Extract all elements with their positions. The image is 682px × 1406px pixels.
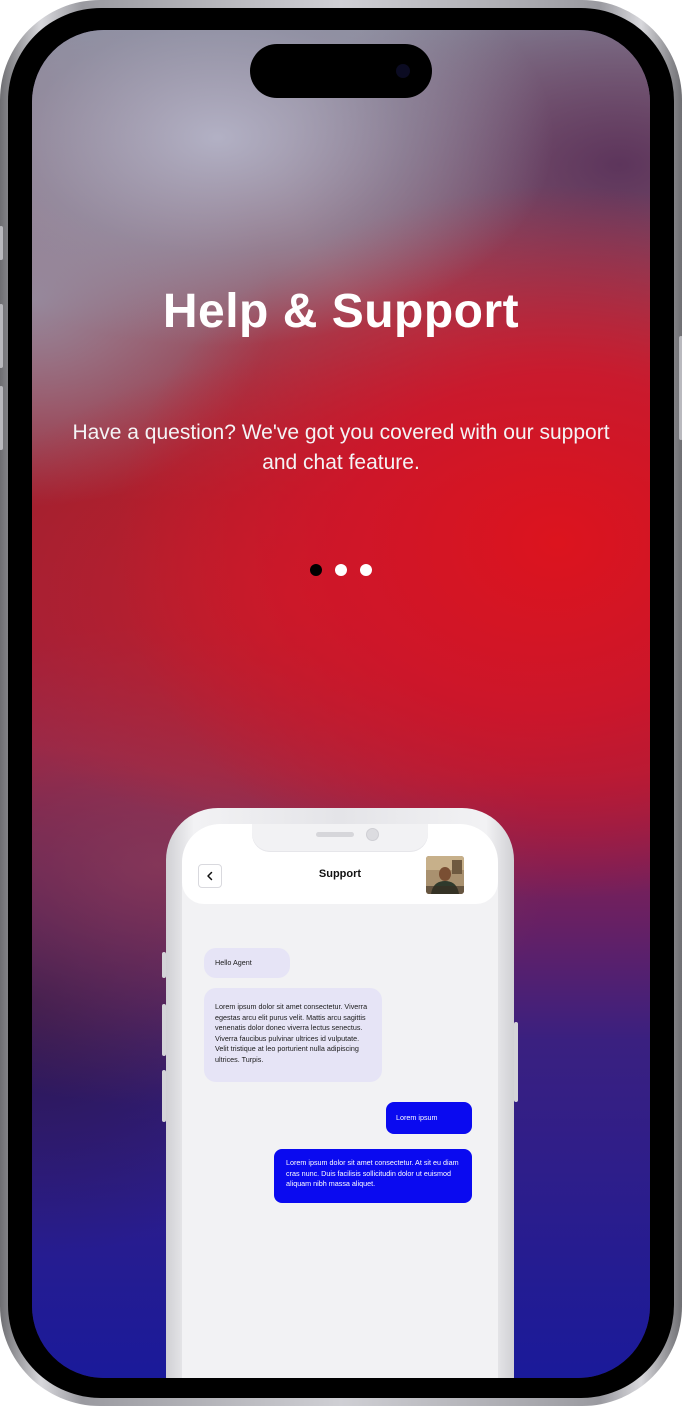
pagination-dot-3[interactable] (360, 564, 372, 576)
message-outgoing: Lorem ipsum dolor sit amet consectetur. … (274, 1149, 472, 1203)
mockup-camera (366, 828, 379, 841)
page-subtitle: Have a question? We've got you covered w… (72, 421, 610, 474)
mockup-speaker (316, 832, 354, 837)
pagination-dots (32, 564, 650, 576)
mockup-side-button (162, 1004, 166, 1056)
agent-avatar[interactable] (426, 856, 464, 894)
volume-up-button (0, 304, 3, 368)
agent-photo (426, 856, 464, 894)
phone-frame: Help & Support Have a question? We've go… (0, 0, 682, 1406)
pagination-dot-2[interactable] (335, 564, 347, 576)
mockup-side-button (514, 1022, 518, 1102)
screen: Help & Support Have a question? We've go… (32, 30, 650, 1378)
mockup-notch (252, 824, 428, 852)
message-incoming: Lorem ipsum dolor sit amet consectetur. … (204, 988, 382, 1082)
chat-mockup-phone: Support Hello Agent Lorem ipsum dolor si… (162, 808, 518, 1378)
action-button (0, 226, 3, 260)
chat-screen: Support Hello Agent Lorem ipsum dolor si… (182, 824, 498, 1378)
mockup-side-button (162, 952, 166, 978)
message-incoming: Hello Agent (204, 948, 290, 978)
front-camera (396, 64, 410, 78)
volume-down-button (0, 386, 3, 450)
message-outgoing: Lorem ipsum (386, 1102, 472, 1134)
page-title: Help & Support (162, 285, 520, 338)
pagination-dot-1[interactable] (310, 564, 322, 576)
dynamic-island (250, 44, 432, 98)
mockup-side-button (162, 1070, 166, 1122)
